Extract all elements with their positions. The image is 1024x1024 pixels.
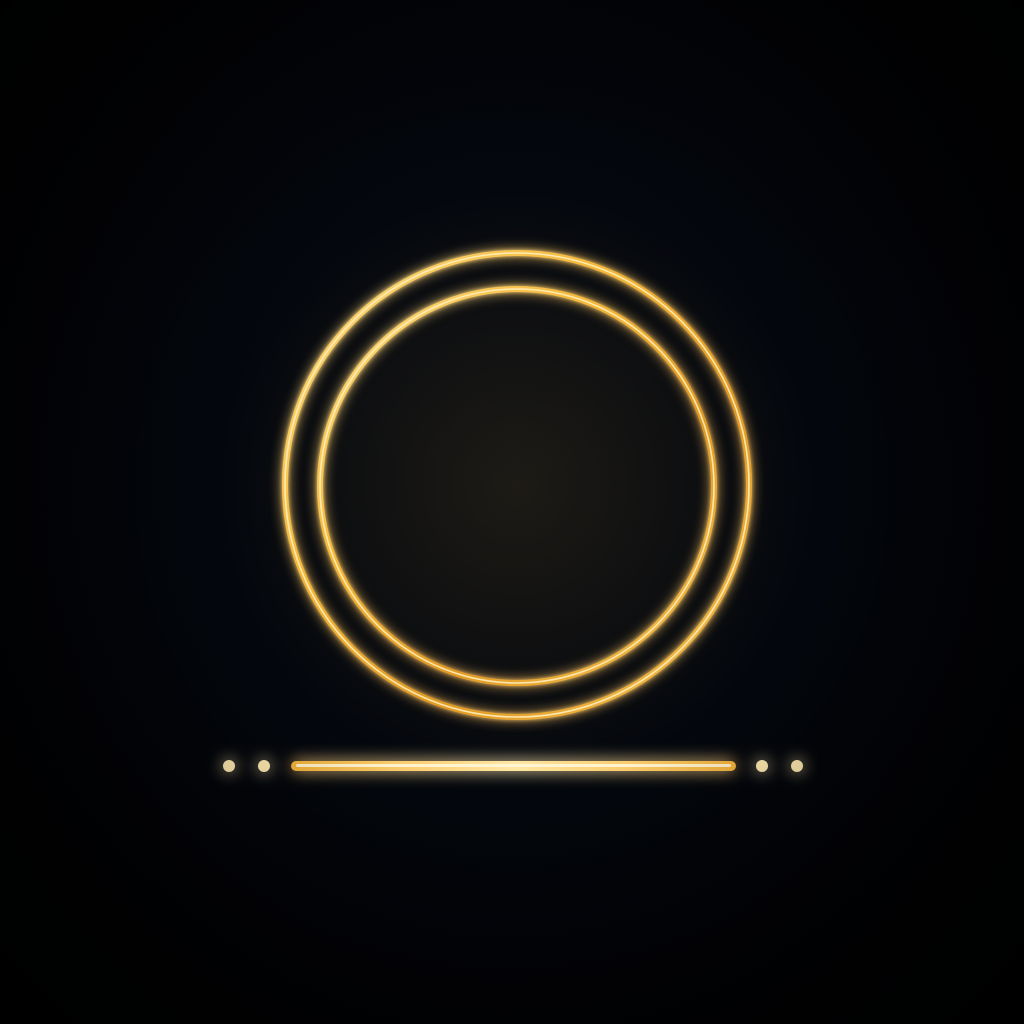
dot-left-outer-icon <box>223 760 235 772</box>
logo-artwork <box>217 185 817 785</box>
horizontal-line-highlight <box>296 764 731 767</box>
dot-right-outer-icon <box>791 760 803 772</box>
dot-left-inner-icon <box>258 760 270 772</box>
ambient-glow <box>217 185 817 785</box>
dot-right-inner-icon <box>756 760 768 772</box>
baseline-group <box>223 760 803 772</box>
icon-canvas <box>0 0 1024 1024</box>
